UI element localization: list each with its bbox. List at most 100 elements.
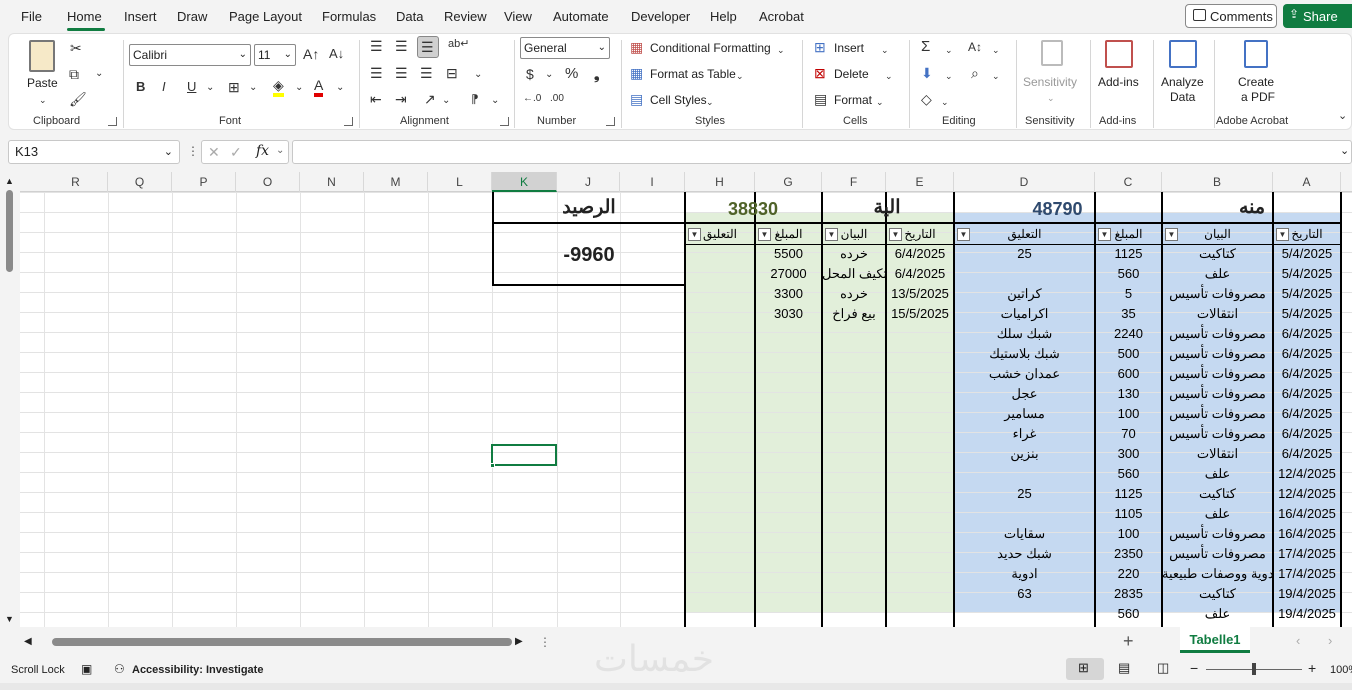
decrease-indent-icon[interactable]: ⇤ (370, 91, 382, 107)
insert-button[interactable]: Insert (834, 41, 864, 55)
column-header-e[interactable]: E (886, 172, 954, 192)
tab-developer[interactable]: Developer (631, 9, 690, 24)
increase-font-icon[interactable]: A↑ (303, 46, 319, 62)
column-header-o[interactable]: O (236, 172, 300, 192)
increase-indent-icon[interactable]: ⇥ (395, 91, 407, 107)
bold-button[interactable]: B (136, 79, 145, 95)
tab-acrobat[interactable]: Acrobat (759, 9, 804, 24)
column-header-g[interactable]: G (755, 172, 822, 192)
chevron-down-icon[interactable]: ⌄ (941, 94, 949, 110)
font-color-icon[interactable]: A (314, 77, 324, 97)
conditional-formatting-button[interactable]: Conditional Formatting (650, 41, 771, 55)
formula-input[interactable] (292, 140, 1352, 164)
scroll-left-icon[interactable]: ◀ (24, 636, 32, 647)
tab-formulas[interactable]: Formulas (322, 9, 376, 24)
next-sheet-icon[interactable]: › (1328, 633, 1332, 648)
sensitivity-button[interactable]: Sensitivity (1023, 75, 1077, 89)
zoom-out-icon[interactable]: − (1190, 660, 1198, 676)
comments-button[interactable]: Comments (1185, 4, 1277, 28)
name-box[interactable]: K13 ⌄ (8, 140, 180, 164)
chevron-down-icon[interactable]: ⌄ (876, 94, 884, 110)
chevron-down-icon[interactable]: ⌄ (491, 93, 499, 109)
create-pdf-button[interactable]: Create (1238, 75, 1274, 89)
page-break-view-icon[interactable]: ◫ (1157, 660, 1169, 676)
tab-draw[interactable]: Draw (177, 9, 207, 24)
italic-button[interactable]: I (162, 79, 166, 95)
chevron-down-icon[interactable]: ⌄ (736, 68, 744, 84)
chevron-down-icon[interactable]: ⌄ (885, 68, 893, 84)
align-right-icon[interactable]: ☰ (420, 65, 433, 81)
align-bottom-icon[interactable]: ☰ (417, 36, 439, 58)
dialog-launcher-icon[interactable] (108, 117, 117, 126)
comma-icon[interactable]: ❟ (594, 66, 600, 82)
collapse-ribbon-icon[interactable]: ⌄ (1338, 108, 1347, 124)
chevron-down-icon[interactable]: ⌄ (881, 42, 889, 58)
chevron-down-icon[interactable]: ⌄ (206, 80, 214, 96)
horizontal-scroll-thumb[interactable] (52, 638, 512, 646)
find-select-icon[interactable]: ⌕ (971, 65, 979, 81)
tab-page-layout[interactable]: Page Layout (229, 9, 302, 24)
tab-home[interactable]: Home (67, 9, 102, 24)
dialog-launcher-icon[interactable] (344, 117, 353, 126)
column-header-q[interactable]: Q (108, 172, 172, 192)
analyze-data-button[interactable]: Analyze (1161, 75, 1204, 89)
chevron-down-icon[interactable]: ⌄ (295, 80, 303, 96)
percent-icon[interactable]: % (565, 66, 578, 82)
chevron-down-icon[interactable]: ⌄ (1047, 90, 1055, 106)
enter-icon[interactable]: ✓ (230, 144, 242, 161)
copy-icon[interactable]: ⧉ (69, 66, 79, 82)
add-ins-button[interactable]: Add-ins (1098, 75, 1139, 89)
paste-button[interactable]: Paste (27, 76, 58, 90)
chevron-down-icon[interactable]: ⌄ (95, 66, 103, 82)
expand-formula-icon[interactable]: ⌄ (1340, 144, 1349, 157)
accessibility-status[interactable]: Accessibility: Investigate (132, 664, 263, 676)
scroll-down-icon[interactable]: ▼ (5, 614, 14, 624)
column-header-k[interactable]: K (492, 172, 557, 192)
column-header-j[interactable]: J (557, 172, 620, 192)
orientation-icon[interactable]: ↗ (424, 91, 436, 107)
share-button[interactable]: ⇪ Share (1283, 4, 1352, 28)
paste-icon[interactable] (29, 40, 55, 72)
cut-icon[interactable]: ✂ (70, 40, 82, 56)
cancel-icon[interactable]: ✕ (208, 144, 220, 161)
add-sheet-icon[interactable]: + (1123, 631, 1134, 652)
decrease-decimal-icon[interactable]: .00 (550, 91, 564, 107)
column-header-a[interactable]: A (1273, 172, 1341, 192)
text-direction-icon[interactable]: ⁋ (471, 91, 479, 107)
decrease-font-icon[interactable]: A↓ (329, 46, 344, 62)
chevron-down-icon[interactable]: ⌄ (39, 92, 47, 108)
format-button[interactable]: Format (834, 93, 872, 107)
clear-icon[interactable]: ◇ (921, 91, 932, 107)
cell-styles-button[interactable]: Cell Styles (650, 93, 707, 107)
column-header-h[interactable]: H (685, 172, 755, 192)
prev-sheet-icon[interactable]: ‹ (1296, 633, 1300, 648)
column-header-d[interactable]: D (954, 172, 1095, 192)
delete-button[interactable]: Delete (834, 67, 869, 81)
chevron-down-icon[interactable]: ⌄ (545, 67, 553, 83)
currency-icon[interactable]: $ (526, 66, 534, 82)
tab-review[interactable]: Review (444, 9, 487, 24)
align-top-icon[interactable]: ☰ (370, 38, 383, 54)
format-painter-icon[interactable]: 🖌 (69, 91, 87, 107)
chevron-down-icon[interactable]: ⌄ (945, 68, 953, 84)
tab-insert[interactable]: Insert (124, 9, 157, 24)
sheet-tab-tabelle1[interactable]: Tabelle1 (1180, 627, 1250, 653)
chevron-down-icon[interactable]: ⌄ (992, 68, 1000, 84)
column-header-m[interactable]: M (364, 172, 428, 192)
fill-icon[interactable]: ⬇ (921, 65, 933, 81)
vertical-scroll-thumb[interactable] (6, 190, 13, 272)
column-header-n[interactable]: N (300, 172, 364, 192)
normal-view-button[interactable]: ⊞ (1066, 658, 1104, 680)
chevron-down-icon[interactable]: ⌄ (777, 42, 785, 58)
zoom-slider-thumb[interactable] (1252, 663, 1256, 675)
chevron-down-icon[interactable]: ⌄ (706, 94, 714, 110)
zoom-level[interactable]: 100% (1330, 664, 1352, 676)
tab-help[interactable]: Help (710, 9, 737, 24)
font-size-select[interactable]: 11 ⌄ (254, 44, 296, 66)
column-header-f[interactable]: F (822, 172, 886, 192)
chevron-down-icon[interactable]: ⌄ (474, 67, 482, 83)
column-header-b[interactable]: B (1162, 172, 1273, 192)
column-header-p[interactable]: P (172, 172, 236, 192)
fill-color-icon[interactable]: ◈ (273, 77, 284, 97)
column-header-c[interactable]: C (1095, 172, 1162, 192)
